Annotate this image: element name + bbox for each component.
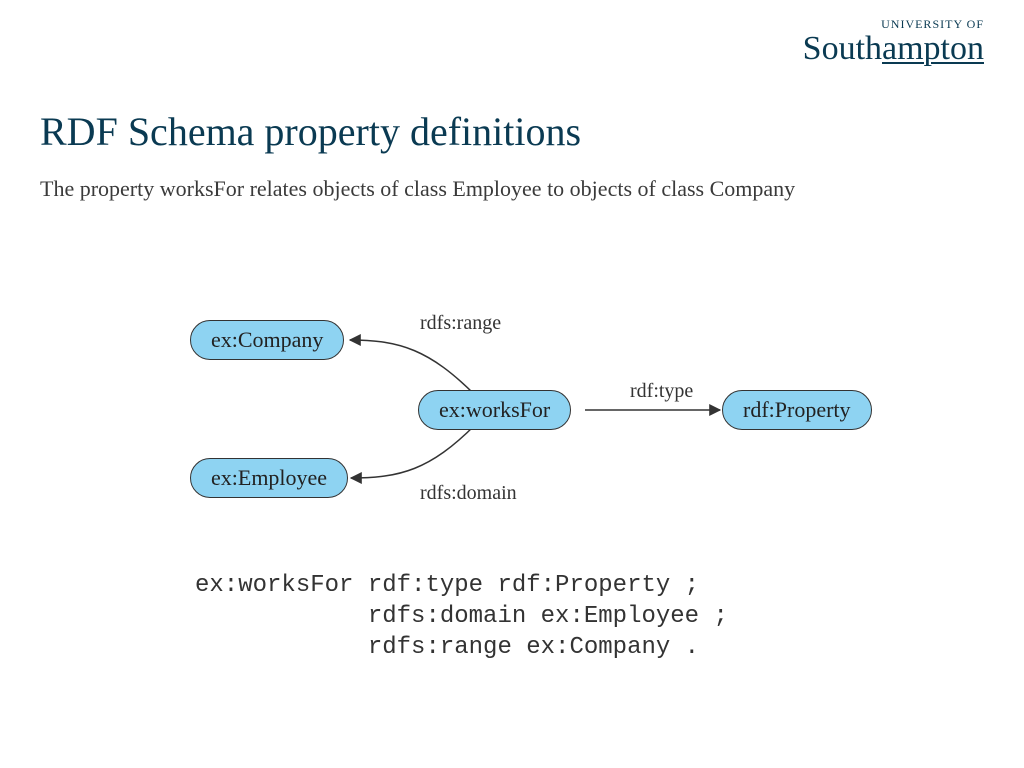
node-employee: ex:Employee bbox=[190, 458, 348, 498]
page-title: RDF Schema property definitions bbox=[40, 108, 581, 155]
node-worksfor: ex:worksFor bbox=[418, 390, 571, 430]
logo-main-text: Southampton bbox=[803, 32, 984, 66]
turtle-code-block: ex:worksFor rdf:type rdf:Property ; rdfs… bbox=[195, 570, 728, 664]
edge-label-type: rdf:type bbox=[630, 380, 693, 403]
logo-top-text: UNIVERSITY OF bbox=[803, 18, 984, 30]
edge-label-domain: rdfs:domain bbox=[420, 482, 517, 505]
rdf-diagram: ex:Company ex:Employee ex:worksFor rdf:P… bbox=[0, 290, 1024, 530]
edge-label-range: rdfs:range bbox=[420, 312, 501, 335]
node-property: rdf:Property bbox=[722, 390, 872, 430]
page-subtitle: The property worksFor relates objects of… bbox=[40, 175, 964, 203]
node-company: ex:Company bbox=[190, 320, 344, 360]
slide: UNIVERSITY OF Southampton RDF Schema pro… bbox=[0, 0, 1024, 768]
university-logo: UNIVERSITY OF Southampton bbox=[803, 18, 984, 66]
